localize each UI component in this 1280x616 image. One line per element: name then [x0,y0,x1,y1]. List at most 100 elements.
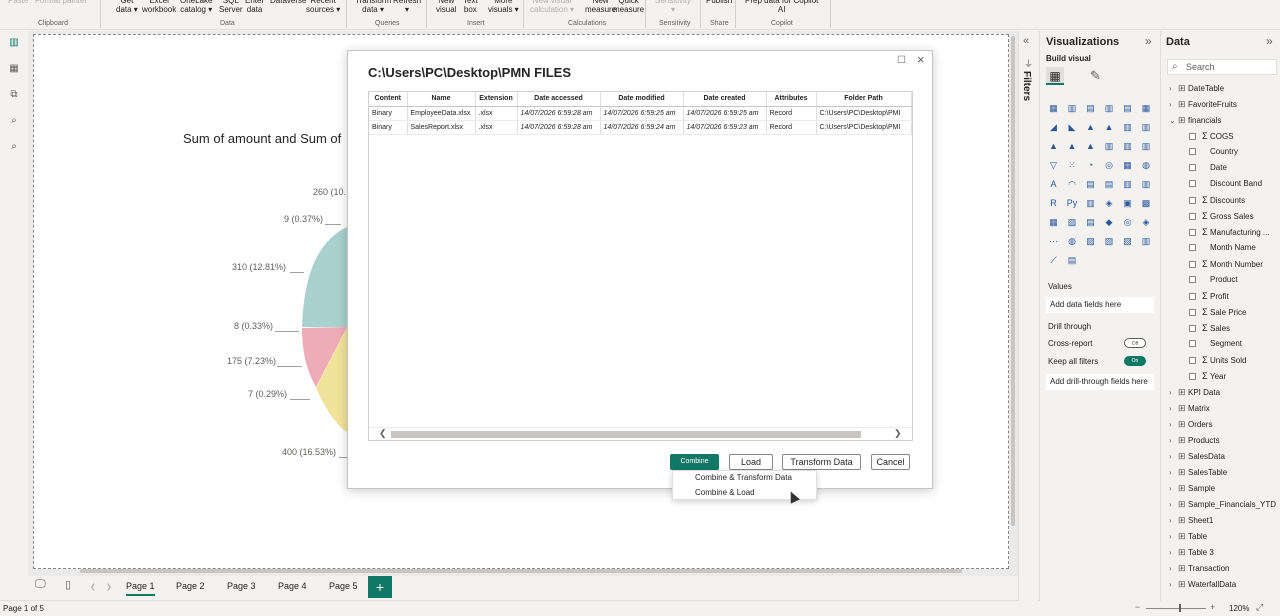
column-header[interactable]: Extension [475,92,518,107]
visual-type-icon[interactable]: ◔ [1084,160,1097,171]
tab-page-5[interactable]: Page 5 [329,581,358,591]
zoom-in-icon[interactable]: + [1210,602,1215,612]
canvas-horizontal-scrollbar[interactable] [80,569,962,573]
field-item[interactable]: Discount Band [1189,176,1262,192]
ribbon-new-measure-button[interactable]: New measure [585,0,616,14]
column-header[interactable]: Folder Path [816,92,912,107]
visual-type-icon[interactable]: ▤ [1084,179,1097,190]
field-checkbox[interactable] [1189,261,1196,269]
data-table-item[interactable]: › ⊞ SalesData [1169,448,1225,464]
visual-type-icon[interactable]: ▲ [1084,141,1097,152]
visual-type-icon[interactable]: ⟋ [1047,255,1060,266]
ribbon-more-visuals-button[interactable]: More visuals ▾ [488,0,519,14]
chevron-right-icon[interactable]: › [1169,417,1178,433]
scrollbar-thumb[interactable] [391,431,861,438]
visual-type-icon[interactable]: ▥ [1140,236,1153,247]
field-checkbox[interactable] [1189,244,1196,252]
column-header[interactable]: Content [369,92,408,107]
visual-type-icon[interactable]: ▨ [1066,217,1079,228]
field-checkbox[interactable] [1189,276,1196,284]
field-checkbox[interactable] [1189,325,1196,333]
visual-type-icon[interactable]: ▦ [1047,217,1060,228]
build-visual-tab-icon[interactable]: ▦ [1046,67,1064,85]
field-item[interactable]: Country [1189,144,1238,160]
mobile-layout-icon[interactable]: ▯ [65,578,71,591]
ribbon-excel-button[interactable]: Excel workbook [142,0,176,14]
visual-type-icon[interactable]: ▨ [1103,236,1116,247]
ribbon-new-visual-calc-button[interactable]: New visual calculation ▾ [530,0,574,14]
tab-page-3[interactable]: Page 3 [227,581,256,591]
ribbon-text-box-button[interactable]: Text box [463,0,478,14]
table-horizontal-scrollbar[interactable]: ❮ ❯ [369,427,912,440]
field-checkbox[interactable] [1189,309,1196,317]
visual-type-icon[interactable]: ◍ [1066,236,1079,247]
visual-type-icon[interactable]: ◆ [1103,217,1116,228]
add-page-button[interactable]: + [368,576,392,598]
scroll-right-icon[interactable]: ❯ [894,428,902,439]
visual-type-icon[interactable]: A [1047,179,1060,190]
visual-type-icon[interactable]: ⋯ [1047,236,1060,247]
data-table-item[interactable]: ⌄ ⊞ financials [1169,112,1221,128]
visual-type-icon[interactable]: ▥ [1121,179,1134,190]
visual-type-icon[interactable]: ▲ [1103,122,1116,133]
visual-type-icon[interactable]: ▤ [1103,179,1116,190]
dax-query-icon[interactable]: ⌕ [7,115,21,127]
column-header[interactable]: Name [407,92,476,107]
column-header[interactable]: Attributes [766,92,817,107]
field-item[interactable]: Σ Year [1189,368,1226,384]
field-checkbox[interactable] [1189,213,1196,221]
chevron-right-icon[interactable]: › [1169,433,1178,449]
visual-type-icon[interactable]: ▥ [1121,122,1134,133]
visual-type-icon[interactable]: ▽ [1047,160,1060,171]
chevron-right-icon[interactable]: › [1169,497,1178,513]
transform-data-button[interactable]: Transform Data [782,454,861,470]
visual-type-icon[interactable]: ▣ [1121,198,1134,209]
visual-type-icon[interactable]: ⁙ [1066,160,1079,171]
values-well[interactable]: Add data fields here [1046,297,1154,313]
format-visual-tab-icon[interactable]: ✎ [1090,68,1101,84]
data-table-item[interactable]: › ⊞ Matrix [1169,400,1210,416]
chevron-right-icon[interactable]: › [1169,81,1178,97]
load-button[interactable]: Load [729,454,773,470]
field-item[interactable]: Segment [1189,336,1242,352]
visual-type-icon[interactable]: ▨ [1084,236,1097,247]
tmdl-view-icon[interactable]: ⌕ [7,141,21,153]
visual-type-icon[interactable]: ▩ [1140,198,1153,209]
chevron-right-icon[interactable]: › [1169,449,1178,465]
data-search-input[interactable]: ⌕ Search [1167,59,1277,75]
field-item[interactable]: Product [1189,272,1238,288]
data-table-item[interactable]: › ⊞ DateTable [1169,80,1224,96]
chevron-right-icon[interactable]: › [1169,97,1178,113]
field-item[interactable]: Σ Manufacturing ... [1189,224,1270,240]
field-checkbox[interactable] [1189,148,1196,156]
ribbon-format-painter-button[interactable]: Format painter [35,0,87,5]
visual-type-icon[interactable]: ▥ [1103,103,1116,114]
visual-type-icon[interactable]: ◍ [1140,160,1153,171]
visual-type-icon[interactable]: ▥ [1140,122,1153,133]
data-table-item[interactable]: › ⊞ Orders [1169,416,1212,432]
collapse-data-icon[interactable]: » [1266,34,1273,48]
visual-type-icon[interactable]: ▥ [1066,103,1079,114]
visual-type-icon[interactable]: ▥ [1121,141,1134,152]
visual-type-icon[interactable]: ▲ [1066,141,1079,152]
column-header[interactable]: Date created [683,92,767,107]
field-item[interactable]: Σ Sale Price [1189,304,1246,320]
visual-type-icon[interactable]: Py [1066,198,1079,209]
field-item[interactable]: Month Name [1189,240,1256,256]
chevron-right-icon[interactable]: › [1169,481,1178,497]
visual-type-icon[interactable]: ▤ [1084,103,1097,114]
chevron-right-icon[interactable]: › [1169,545,1178,561]
collapse-right-icon[interactable]: » [1145,34,1152,48]
tab-page-2[interactable]: Page 2 [176,581,205,591]
field-item[interactable]: Σ Month Number [1189,256,1263,272]
field-item[interactable]: Date [1189,160,1227,176]
ribbon-sensitivity-button[interactable]: Sensitivity ▾ [655,0,691,14]
ribbon-refresh-button[interactable]: Refresh ▾ [393,0,421,14]
field-item[interactable]: Σ Gross Sales [1189,208,1254,224]
menu-item-combine-load[interactable]: Combine & Load [695,488,755,497]
field-checkbox[interactable] [1189,357,1196,365]
visual-type-icon[interactable]: ▥ [1140,179,1153,190]
ribbon-sql-button[interactable]: SQL Server [219,0,243,14]
data-table-item[interactable]: › ⊞ FavoriteFruits [1169,96,1237,112]
visual-type-icon[interactable]: ▤ [1066,255,1079,266]
